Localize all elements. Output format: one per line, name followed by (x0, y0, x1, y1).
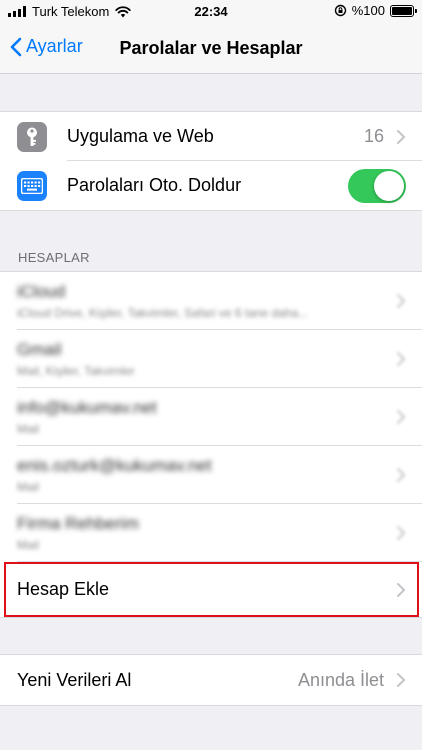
chevron-right-icon (397, 673, 406, 687)
chevron-right-icon (397, 526, 406, 540)
passwords-group: Uygulama ve Web 16 Parolaları Oto. Doldu… (0, 111, 422, 211)
status-right: %100 (334, 3, 417, 18)
chevron-right-icon (397, 352, 406, 366)
account-row[interactable]: Firma Rehberim Mail (0, 504, 422, 562)
page-title: Parolalar ve Hesaplar (119, 38, 303, 58)
account-row[interactable]: iCloud iCloud Drive, Kişiler, Takvimler,… (0, 272, 422, 330)
autofill-row: Parolaları Oto. Doldur (0, 161, 422, 210)
password-count: 16 (363, 126, 384, 146)
fetch-new-data-row[interactable]: Yeni Verileri Al Anında İlet (0, 655, 422, 705)
chevron-right-icon (397, 129, 406, 144)
status-bar: Turk Telekom 22:34 %100 (0, 0, 422, 24)
account-row[interactable]: enis.ozturk@kukumav.net Mail (0, 446, 422, 504)
toggle-knob (374, 170, 404, 201)
chevron-right-icon (397, 410, 406, 424)
keyboard-icon (17, 170, 47, 201)
account-detail: Mail (17, 538, 40, 552)
navigation-bar: Ayarlar Parolalar ve Hesaplar (0, 24, 422, 74)
account-name: enis.ozturk@kukumav.net (17, 456, 212, 475)
apps-web-label: Uygulama ve Web (67, 126, 214, 146)
account-detail: Mail (17, 422, 40, 436)
account-name: iCloud (17, 282, 66, 301)
account-detail: Mail, Kişiler, Takvimler (17, 364, 135, 378)
account-name: Gmail (17, 340, 62, 359)
battery-percent: %100 (351, 3, 385, 18)
chevron-right-icon (397, 294, 406, 308)
battery-icon (390, 4, 417, 17)
orientation-lock-icon (334, 4, 346, 17)
accounts-section-header: HESAPLAR (18, 250, 90, 265)
account-detail: Mail (17, 480, 40, 494)
account-row[interactable]: info@kukumav.net Mail (0, 388, 422, 446)
fetch-value: Anında İlet (297, 669, 384, 690)
account-name: info@kukumav.net (17, 398, 157, 417)
apps-web-passwords-row[interactable]: Uygulama ve Web 16 (0, 112, 422, 161)
fetch-group: Yeni Verileri Al Anında İlet (0, 654, 422, 706)
account-name: Firma Rehberim (17, 514, 139, 533)
key-icon (17, 121, 47, 152)
autofill-toggle[interactable] (348, 168, 406, 203)
fetch-label: Yeni Verileri Al (17, 669, 132, 690)
autofill-label: Parolaları Oto. Doldur (67, 175, 242, 195)
account-detail: iCloud Drive, Kişiler, Takvimler, Safari… (17, 306, 309, 320)
account-row[interactable]: Gmail Mail, Kişiler, Takvimler (0, 330, 422, 388)
chevron-right-icon (397, 468, 406, 482)
highlight-box (4, 562, 419, 617)
